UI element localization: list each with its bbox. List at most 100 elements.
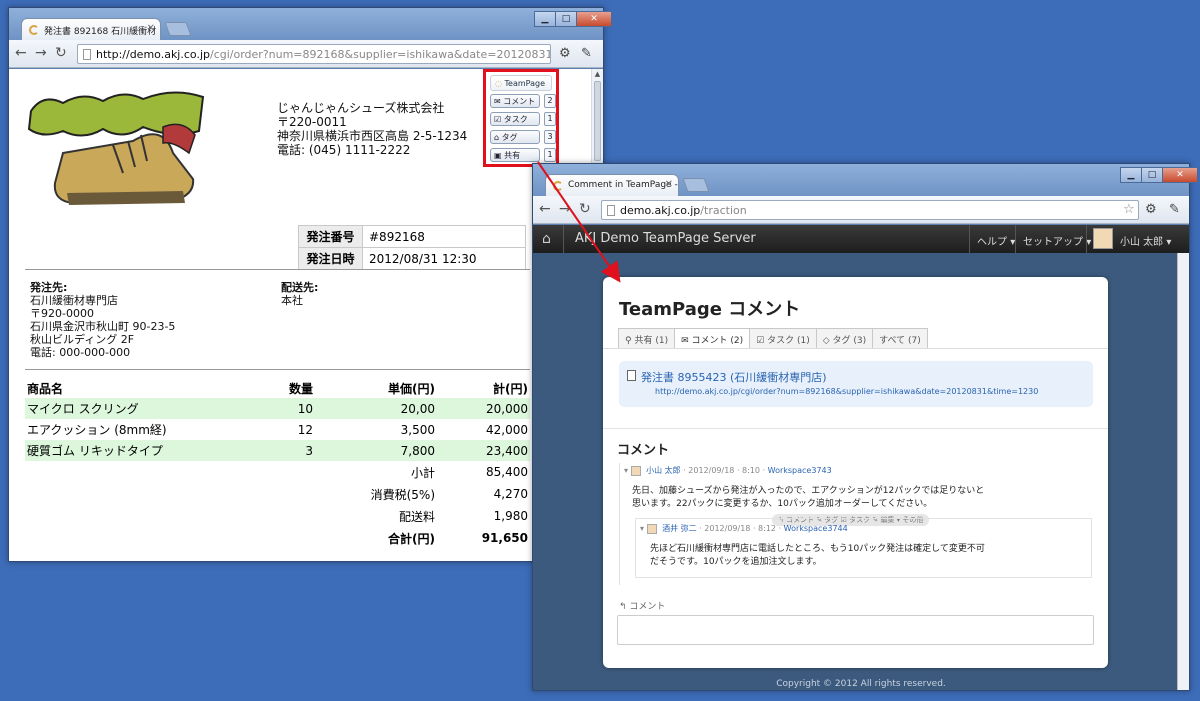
ship-to-heading: 配送先: <box>281 281 319 294</box>
minimize-button[interactable]: ▁ <box>534 11 556 27</box>
tab-tag[interactable]: ◇ タグ (3) <box>815 328 874 348</box>
home-icon[interactable]: ⌂ <box>542 231 551 247</box>
new-tab-button[interactable] <box>682 178 710 192</box>
page-scrollbar[interactable] <box>1177 253 1189 690</box>
tab-comment[interactable]: ✉ コメント (2) <box>674 328 751 349</box>
title-bar: 発注書 892168 石川緩衝材 ✕ ▁ □ ✕ <box>9 8 612 40</box>
order-page: じゃんじゃんシューズ株式会社 〒220-0011 神奈川県横浜市西区高島 2-5… <box>9 69 603 561</box>
avatar[interactable] <box>1093 228 1113 249</box>
new-tab-button[interactable] <box>164 22 192 36</box>
widget-tag-label: タグ <box>501 133 518 142</box>
reply-textarea[interactable] <box>617 615 1094 645</box>
summary-value: 4,270 <box>493 487 528 501</box>
divider <box>603 428 1108 429</box>
comment-space-link[interactable]: Workspace3744 <box>784 524 848 533</box>
divider <box>25 369 530 370</box>
browser-toolbar: ← → ↻ http://demo.akj.co.jp/cgi/order?nu… <box>9 40 603 68</box>
widget-comment-count: 2 <box>544 94 556 108</box>
tab-title: Comment in TeamPage - A <box>568 180 679 190</box>
tab-share[interactable]: ⚲ 共有 (1) <box>618 328 676 348</box>
nav-divider <box>1015 225 1016 253</box>
tab-teampage[interactable]: Comment in TeamPage - A ✕ <box>545 174 679 196</box>
collapse-icon[interactable]: ▾ <box>640 524 644 533</box>
linked-document: 発注書 8955423 (石川緩衝材専門店) http://demo.akj.c… <box>619 361 1093 407</box>
nav-brand[interactable]: AKJ Demo TeamPage Server <box>575 231 756 246</box>
widget-share-count: 1 <box>544 148 556 162</box>
tab-all[interactable]: すべて (7) <box>872 328 928 348</box>
comment-space-link[interactable]: Workspace3743 <box>768 466 832 475</box>
tab-label: コメント (2) <box>691 336 744 346</box>
comment-body: 先日、加藤シューズから発注が入ったので、エアクッションが12パックでは足りないと… <box>632 486 985 509</box>
close-window-button[interactable]: ✕ <box>576 11 612 27</box>
reload-icon[interactable]: ↻ <box>55 45 67 61</box>
document-url-link[interactable]: http://demo.akj.co.jp/cgi/order?num=8921… <box>655 387 1038 396</box>
widget-comment-button[interactable]: ✉ コメント <box>490 94 540 108</box>
maximize-button[interactable]: □ <box>555 11 577 27</box>
address-bar[interactable]: demo.akj.co.jp/traction <box>601 200 1139 220</box>
user-menu-label: 小山 太郎 <box>1120 237 1164 248</box>
forward-icon[interactable]: → <box>35 45 47 61</box>
back-icon[interactable]: ← <box>539 201 551 217</box>
item-total: 20,000 <box>437 398 530 419</box>
close-tab-icon[interactable]: ✕ <box>147 23 155 34</box>
tab-title: 発注書 892168 石川緩衝材 <box>44 27 157 37</box>
teampage-logo-icon: ◌ <box>495 79 502 88</box>
table-row: 硬質ゴム リキッドタイプ 3 7,800 23,400 <box>25 440 530 461</box>
share-icon: ⚲ <box>625 336 632 346</box>
wrench-icon[interactable]: ✎ <box>1169 202 1180 217</box>
widget-task-label: タスク <box>503 115 528 124</box>
help-menu[interactable]: ヘルプ ▾ <box>977 233 1015 248</box>
summary-value: 1,980 <box>493 509 528 523</box>
star-icon[interactable]: ☆ <box>1123 202 1135 217</box>
user-menu[interactable]: 小山 太郎 ▾ <box>1120 233 1171 248</box>
collapse-icon[interactable]: ▾ <box>624 466 628 475</box>
tab-order[interactable]: 発注書 892168 石川緩衝材 ✕ <box>21 18 161 40</box>
extension-icon[interactable]: ⚙ <box>559 46 571 61</box>
ship-from-line: 石川県金沢市秋山町 90-23-5 <box>30 320 176 333</box>
summary-row: 小計 85,400 <box>25 461 530 483</box>
comment-meta: · 2012/09/18 · 8:10 · <box>683 466 766 475</box>
table-row: エアクッション (8mm経) 12 3,500 42,000 <box>25 419 530 440</box>
help-menu-label: ヘルプ <box>977 237 1007 248</box>
teampage-widget: ◌ TeamPage ✉ コメント 2 ☑ タスク 1 ⌂ タグ 3 ▣ 共有 1 <box>483 69 559 167</box>
forward-icon[interactable]: → <box>559 201 571 217</box>
meta-key: 発注番号 <box>298 225 363 248</box>
address-bar[interactable]: http://demo.akj.co.jp/cgi/order?num=8921… <box>77 44 551 64</box>
setup-menu[interactable]: セットアップ ▾ <box>1023 233 1091 248</box>
comment-body: 先ほど石川緩衝材専門店に電話したところ、もう10パック発注は確定して変更不可だそ… <box>650 544 985 567</box>
wrench-icon[interactable]: ✎ <box>581 46 592 61</box>
nav-divider <box>563 225 564 253</box>
summary-value: 85,400 <box>486 465 528 479</box>
meta-key: 発注日時 <box>298 247 363 270</box>
close-window-button[interactable]: ✕ <box>1162 167 1198 183</box>
widget-task-button[interactable]: ☑ タスク <box>490 112 540 126</box>
reload-icon[interactable]: ↻ <box>579 201 591 217</box>
task-icon: ☑ <box>494 115 502 124</box>
teampage-widget-header[interactable]: ◌ TeamPage <box>490 75 552 91</box>
minimize-button[interactable]: ▁ <box>1120 167 1142 183</box>
url-host: demo.akj.co.jp <box>620 204 701 217</box>
tab-label: 共有 (1) <box>634 336 669 346</box>
summary-row: 合計(円) 91,650 <box>25 527 530 549</box>
teampage-page: ⌂ AKJ Demo TeamPage Server ヘルプ ▾ セットアップ … <box>533 225 1189 690</box>
meta-row: 発注日時 2012/08/31 12:30 <box>298 247 526 270</box>
widget-share-button[interactable]: ▣ 共有 <box>490 148 540 162</box>
document-title-link[interactable]: 発注書 8955423 (石川緩衝材専門店) <box>641 369 827 385</box>
scroll-up-icon[interactable]: ▲ <box>592 70 603 78</box>
company-zip: 〒220-0011 <box>277 115 347 129</box>
widget-tag-button[interactable]: ⌂ タグ <box>490 130 540 144</box>
item-qty: 3 <box>265 440 315 461</box>
extension-icon[interactable]: ⚙ <box>1145 202 1157 217</box>
comment-author[interactable]: 酒井 弥二 <box>662 524 697 533</box>
maximize-button[interactable]: □ <box>1141 167 1163 183</box>
tab-task[interactable]: ☑ タスク (1) <box>749 328 817 348</box>
nav-divider <box>969 225 970 253</box>
tag-icon: ◇ <box>822 336 830 346</box>
scroll-thumb[interactable] <box>594 81 601 161</box>
back-icon[interactable]: ← <box>15 45 27 61</box>
table-row: マイクロ スクリング 10 20,00 20,000 <box>25 398 530 419</box>
tab-label: タスク (1) <box>767 336 810 346</box>
summary-label: 合計(円) <box>388 531 435 546</box>
comment-author[interactable]: 小山 太郎 <box>646 466 681 475</box>
close-tab-icon[interactable]: ✕ <box>665 179 673 190</box>
